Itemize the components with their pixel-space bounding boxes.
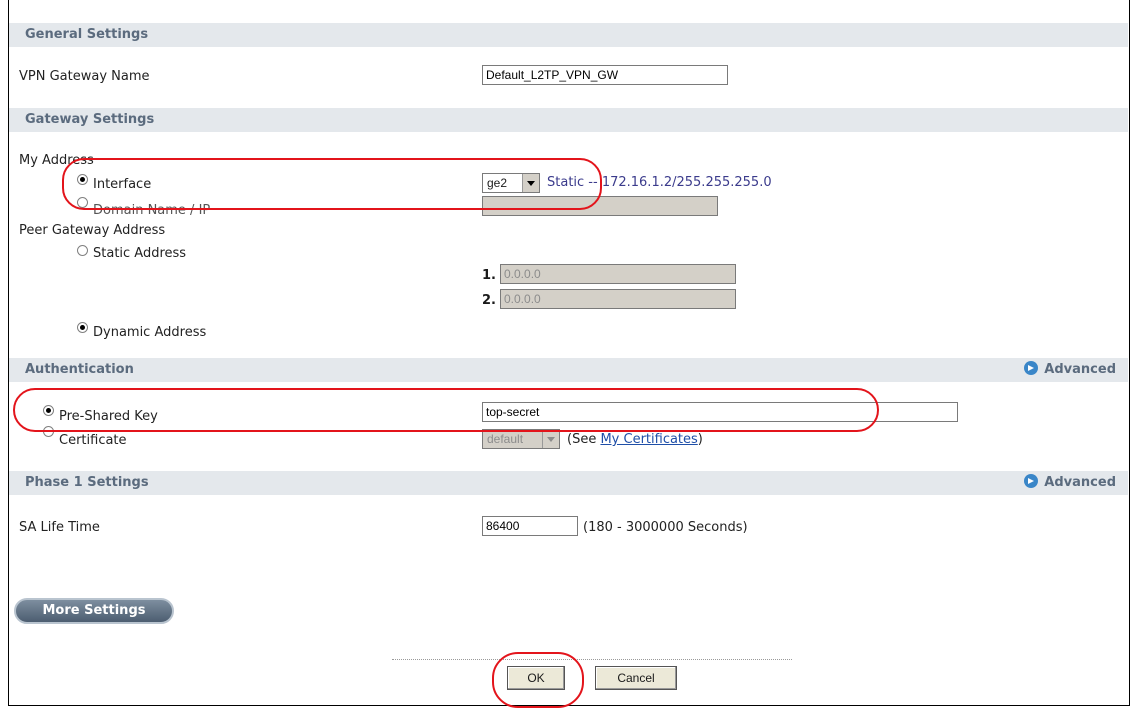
certificate-label: Certificate [59, 433, 127, 448]
advanced-label: Advanced [1044, 362, 1116, 377]
certificate-select[interactable]: default [482, 429, 560, 449]
static-address-2-num: 2. [482, 293, 496, 308]
sa-life-time-hint: (180 - 3000000 Seconds) [583, 520, 748, 535]
more-settings-button[interactable]: More Settings [14, 598, 174, 624]
cancel-button[interactable]: Cancel [595, 666, 677, 690]
section-title: Phase 1 Settings [25, 475, 149, 490]
see-suffix: ) [697, 432, 703, 447]
static-address-label: Static Address [93, 246, 187, 261]
section-header-gateway: Gateway Settings [9, 108, 1128, 132]
section-header-general: General Settings [9, 23, 1128, 47]
dynamic-address-radio[interactable] [77, 322, 88, 333]
static-address-2-input[interactable] [500, 289, 736, 309]
advanced-link-auth[interactable]: Advanced [1024, 361, 1116, 377]
see-certificates-text: (See My Certificates) [567, 432, 703, 447]
static-address-1-num: 1. [482, 268, 496, 283]
section-header-authentication: Authentication Advanced [9, 358, 1128, 382]
highlight-oval-psk [13, 388, 879, 432]
sa-life-time-label: SA Life Time [19, 520, 100, 535]
section-title: Authentication [25, 362, 134, 377]
advanced-label: Advanced [1044, 475, 1116, 490]
vpn-gateway-name-label: VPN Gateway Name [19, 69, 150, 84]
my-certificates-link[interactable]: My Certificates [600, 432, 697, 447]
highlight-oval-ok [492, 652, 584, 708]
section-header-phase1: Phase 1 Settings Advanced [9, 471, 1128, 495]
sa-life-time-input[interactable] [482, 516, 578, 536]
divider [392, 659, 792, 660]
chevron-down-icon [542, 430, 559, 448]
certificate-select-value: default [487, 432, 524, 446]
section-title: General Settings [25, 27, 149, 42]
static-address-1-input[interactable] [500, 264, 736, 284]
highlight-oval-interface [62, 158, 602, 210]
peer-gateway-label: Peer Gateway Address [19, 223, 166, 238]
static-address-radio[interactable] [77, 245, 88, 256]
advance-arrow-icon [1024, 361, 1039, 375]
advance-arrow-icon [1024, 474, 1039, 488]
vpn-gateway-name-input[interactable] [482, 65, 728, 85]
settings-frame [8, 0, 1130, 706]
see-prefix: (See [567, 432, 601, 447]
section-title: Gateway Settings [25, 112, 155, 127]
dynamic-address-label: Dynamic Address [93, 325, 207, 340]
advanced-link-phase1[interactable]: Advanced [1024, 474, 1116, 490]
